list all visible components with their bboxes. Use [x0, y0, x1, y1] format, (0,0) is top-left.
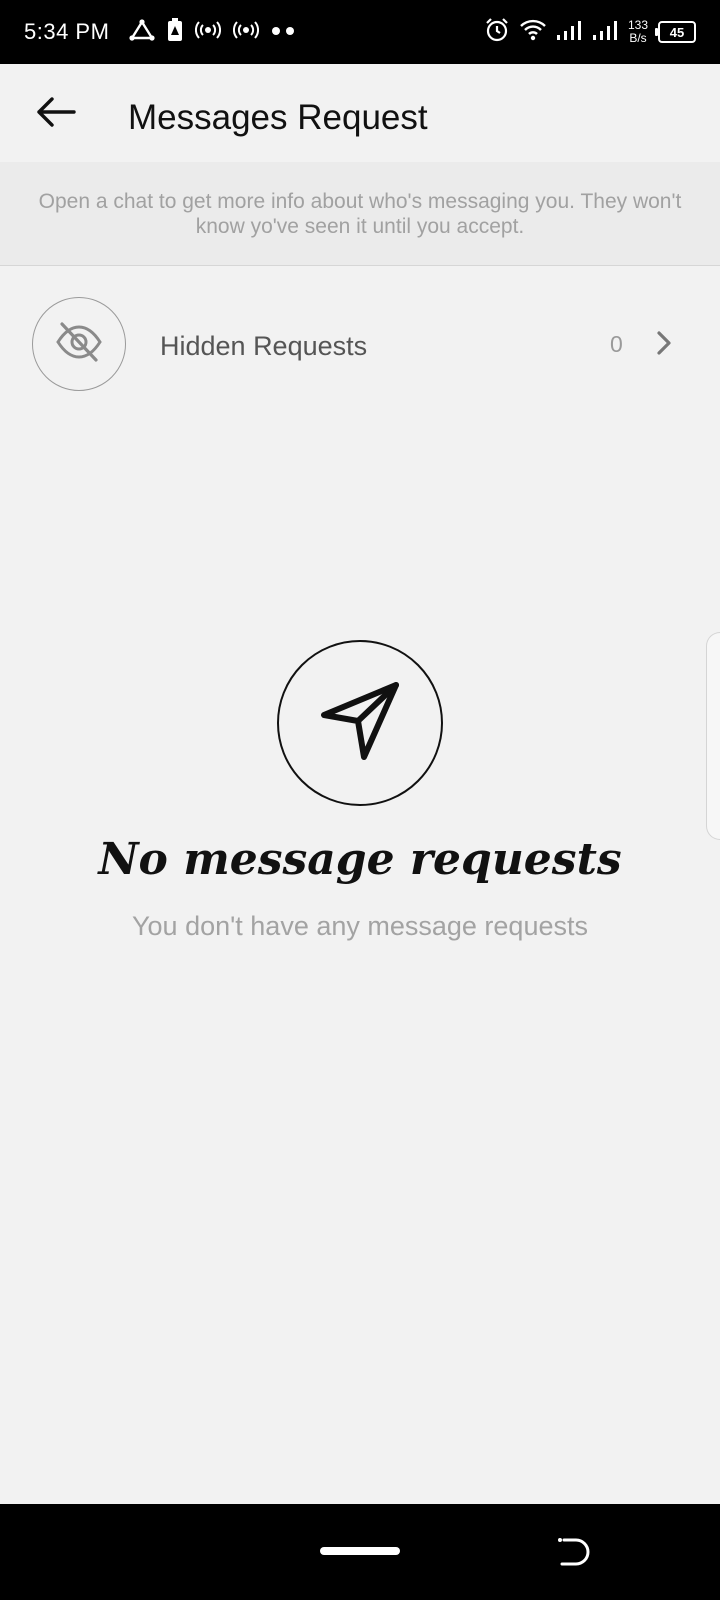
network-speed: 133 B/s: [628, 19, 648, 45]
chevron-right-icon: [652, 327, 676, 359]
triangle-network-icon: [129, 18, 156, 46]
network-speed-unit: B/s: [629, 31, 647, 45]
status-bar: 5:34 PM 133 B/s 45: [0, 0, 720, 64]
hidden-requests-count: 0: [610, 331, 623, 357]
battery-level: 45: [669, 24, 685, 40]
empty-state: No message requests You don't have any m…: [0, 640, 720, 942]
info-banner: Open a chat to get more info about who's…: [0, 162, 720, 266]
battery-saver-icon: [167, 17, 183, 47]
battery-icon: 45: [655, 21, 696, 43]
status-right-icons: 133 B/s 45: [484, 17, 696, 48]
empty-state-title: No message requests: [98, 834, 622, 885]
hidden-requests-row[interactable]: Hidden Requests 0: [0, 280, 720, 400]
empty-state-icon-circle: [277, 640, 443, 806]
empty-state-subtitle: You don't have any message requests: [132, 911, 588, 941]
hidden-requests-label: Hidden Requests: [160, 331, 368, 361]
app-bar: Messages Request: [0, 64, 720, 162]
send-icon: [318, 679, 402, 768]
back-button[interactable]: [32, 96, 80, 132]
page-title: Messages Request: [128, 98, 428, 137]
signal-icon: [592, 19, 618, 46]
more-dots-icon: [271, 23, 297, 41]
back-gesture-button[interactable]: [556, 1536, 590, 1568]
status-time: 5:34 PM: [24, 19, 110, 44]
hotspot-icon: [233, 20, 260, 45]
home-pill[interactable]: [320, 1547, 400, 1555]
status-left-icons: [129, 17, 297, 47]
navigation-bar: [0, 1504, 720, 1600]
back-gesture-icon: [556, 1538, 590, 1572]
alarm-icon: [484, 17, 510, 48]
wifi-icon: [520, 19, 546, 46]
edge-panel-handle[interactable]: [706, 632, 720, 840]
arrow-left-icon: [36, 96, 76, 132]
hidden-requests-avatar: [32, 297, 126, 391]
info-banner-text: Open a chat to get more info about who's…: [38, 189, 682, 238]
eye-off-icon: [55, 321, 103, 367]
signal-icon: [556, 19, 582, 46]
hotspot-icon: [195, 20, 222, 45]
